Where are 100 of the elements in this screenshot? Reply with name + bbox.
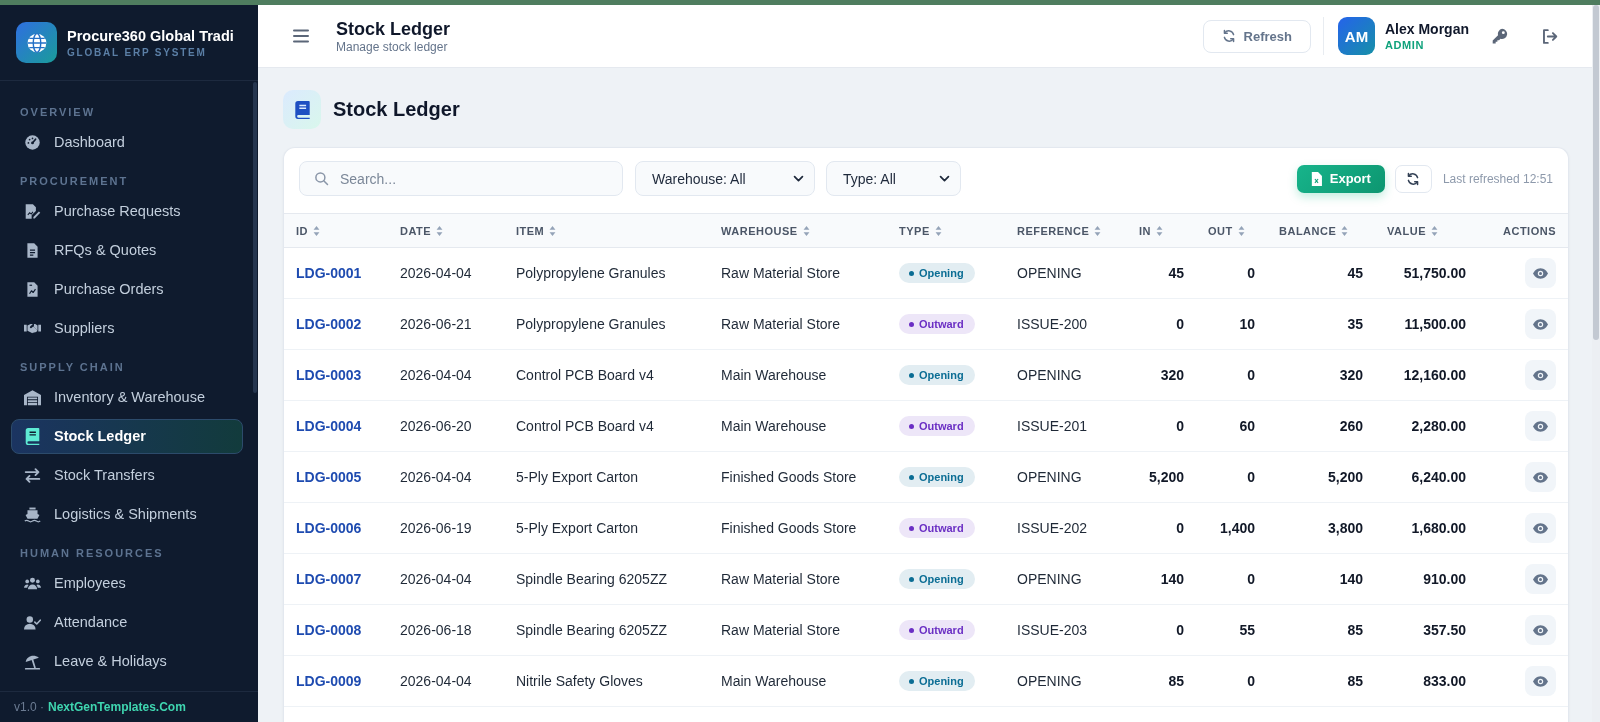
- logout-icon: [1540, 27, 1558, 45]
- item-name: Spindle Bearing 6205ZZ: [516, 571, 667, 587]
- search-field[interactable]: Search...: [299, 161, 623, 196]
- eye-icon: [1533, 471, 1548, 483]
- reference-code: OPENING: [1017, 469, 1082, 485]
- nav-item[interactable]: Dashboard: [11, 124, 243, 160]
- chevron-down-icon: [939, 174, 950, 183]
- view-button[interactable]: [1525, 666, 1556, 696]
- nav-item[interactable]: Logistics & Shipments: [11, 496, 243, 532]
- column-header[interactable]: BALANCE: [1279, 225, 1337, 238]
- ledger-id-link[interactable]: LDG-0009: [296, 673, 362, 689]
- view-button[interactable]: [1525, 360, 1556, 390]
- ledger-id-link[interactable]: LDG-0002: [296, 316, 362, 332]
- ledger-id-link[interactable]: LDG-0003: [296, 367, 362, 383]
- stock-value: 51,750.00: [1403, 265, 1466, 281]
- nav-item[interactable]: Stock Transfers: [11, 457, 243, 493]
- nav-item[interactable]: RFQs & Quotes: [11, 232, 243, 268]
- type-label: Opening: [919, 266, 964, 281]
- ledger-id-link[interactable]: LDG-0006: [296, 520, 362, 536]
- column-header[interactable]: ITEM: [516, 225, 545, 238]
- book-icon: [283, 90, 321, 129]
- type-label: Outward: [919, 419, 964, 434]
- column-header[interactable]: DATE: [400, 225, 432, 238]
- column-header[interactable]: OUT: [1208, 225, 1233, 238]
- warehouse-name: Finished Goods Store: [721, 469, 857, 485]
- sort-icon[interactable]: [313, 226, 320, 237]
- document-icon: [24, 241, 41, 259]
- menu-icon: [292, 28, 310, 44]
- nav-item[interactable]: Employees: [11, 565, 243, 601]
- nav-section-label: PROCUREMENT: [19, 173, 130, 189]
- ledger-id-link[interactable]: LDG-0008: [296, 622, 362, 638]
- eye-icon: [1533, 573, 1548, 585]
- nav-item[interactable]: Leave & Holidays: [11, 643, 243, 679]
- item-name: Spindle Bearing 6205ZZ: [516, 622, 667, 638]
- warehouse-icon: [24, 388, 41, 406]
- column-header[interactable]: VALUE: [1387, 225, 1426, 238]
- sort-icon[interactable]: [1156, 226, 1163, 237]
- ledger-id-link[interactable]: LDG-0004: [296, 418, 362, 434]
- balance-quantity: 260: [1339, 418, 1363, 434]
- entry-date: 2026-06-18: [400, 622, 472, 638]
- type-label: Outward: [919, 623, 964, 638]
- column-header[interactable]: TYPE: [899, 225, 930, 238]
- chevron-down-icon: [793, 174, 804, 183]
- warehouse-filter[interactable]: Warehouse: All: [635, 161, 815, 196]
- user-avatar: AM: [1338, 17, 1375, 55]
- reload-button[interactable]: [1394, 164, 1432, 193]
- view-button[interactable]: [1525, 258, 1556, 288]
- eye-icon: [1533, 675, 1548, 687]
- sort-icon[interactable]: [1237, 226, 1245, 237]
- footer-link[interactable]: NextGenTemplates.Com: [48, 700, 186, 714]
- column-header[interactable]: WAREHOUSE: [721, 225, 798, 238]
- scrollbar-thumb[interactable]: [1593, 5, 1599, 340]
- view-button[interactable]: [1525, 411, 1556, 441]
- view-button[interactable]: [1525, 564, 1556, 594]
- search-icon: [314, 171, 329, 186]
- nav-item[interactable]: Stock Ledger: [11, 418, 243, 454]
- refresh-button[interactable]: Refresh: [1202, 19, 1311, 53]
- brand-name: Procure360 Global Tradi: [67, 26, 234, 45]
- view-button[interactable]: [1525, 309, 1556, 339]
- quantity-in: 0: [1176, 418, 1184, 434]
- quantity-in: 320: [1160, 367, 1184, 383]
- ledger-id-link[interactable]: LDG-0007: [296, 571, 362, 587]
- column-header[interactable]: IN: [1139, 225, 1151, 238]
- quantity-in: 0: [1176, 316, 1184, 332]
- entry-date: 2026-04-04: [400, 571, 472, 587]
- entry-date: 2026-04-04: [400, 367, 472, 383]
- ship-icon: [24, 505, 41, 523]
- nav-item[interactable]: Inventory & Warehouse: [11, 379, 243, 415]
- stock-value: 357.50: [1423, 622, 1466, 638]
- sort-icon[interactable]: [549, 226, 557, 237]
- ledger-id-link[interactable]: LDG-0001: [296, 265, 362, 281]
- sort-icon[interactable]: [934, 226, 942, 237]
- balance-quantity: 320: [1339, 367, 1363, 383]
- page-subtitle: Manage stock ledger: [336, 39, 449, 55]
- sort-icon[interactable]: [1430, 226, 1438, 237]
- view-button[interactable]: [1525, 462, 1556, 492]
- scrollbar-thumb[interactable]: [253, 82, 257, 393]
- globe-icon: [16, 22, 57, 63]
- warehouse-name: Finished Goods Store: [721, 520, 857, 536]
- type-filter[interactable]: Type: All: [826, 161, 961, 196]
- ledger-id-link[interactable]: LDG-0005: [296, 469, 362, 485]
- quantity-out: 0: [1247, 265, 1255, 281]
- section-title: Stock Ledger: [333, 98, 460, 121]
- entry-date: 2026-06-20: [400, 418, 472, 434]
- view-button[interactable]: [1525, 513, 1556, 543]
- sort-icon[interactable]: [1094, 226, 1102, 237]
- reference-code: ISSUE-200: [1017, 316, 1088, 332]
- view-button[interactable]: [1525, 615, 1556, 645]
- sort-icon[interactable]: [1341, 226, 1349, 237]
- quantity-in: 45: [1168, 265, 1184, 281]
- nav-item[interactable]: Purchase Requests: [11, 193, 243, 229]
- sort-icon[interactable]: [802, 226, 810, 237]
- column-header[interactable]: ID: [296, 225, 308, 238]
- quantity-out: 0: [1247, 673, 1255, 689]
- user-name: Alex Morgan: [1385, 19, 1469, 38]
- nav-item[interactable]: Suppliers: [11, 310, 243, 346]
- nav-item[interactable]: Attendance: [11, 604, 243, 640]
- column-header[interactable]: REFERENCE: [1017, 225, 1090, 238]
- sort-icon[interactable]: [436, 226, 444, 237]
- nav-item[interactable]: Purchase Orders: [11, 271, 243, 307]
